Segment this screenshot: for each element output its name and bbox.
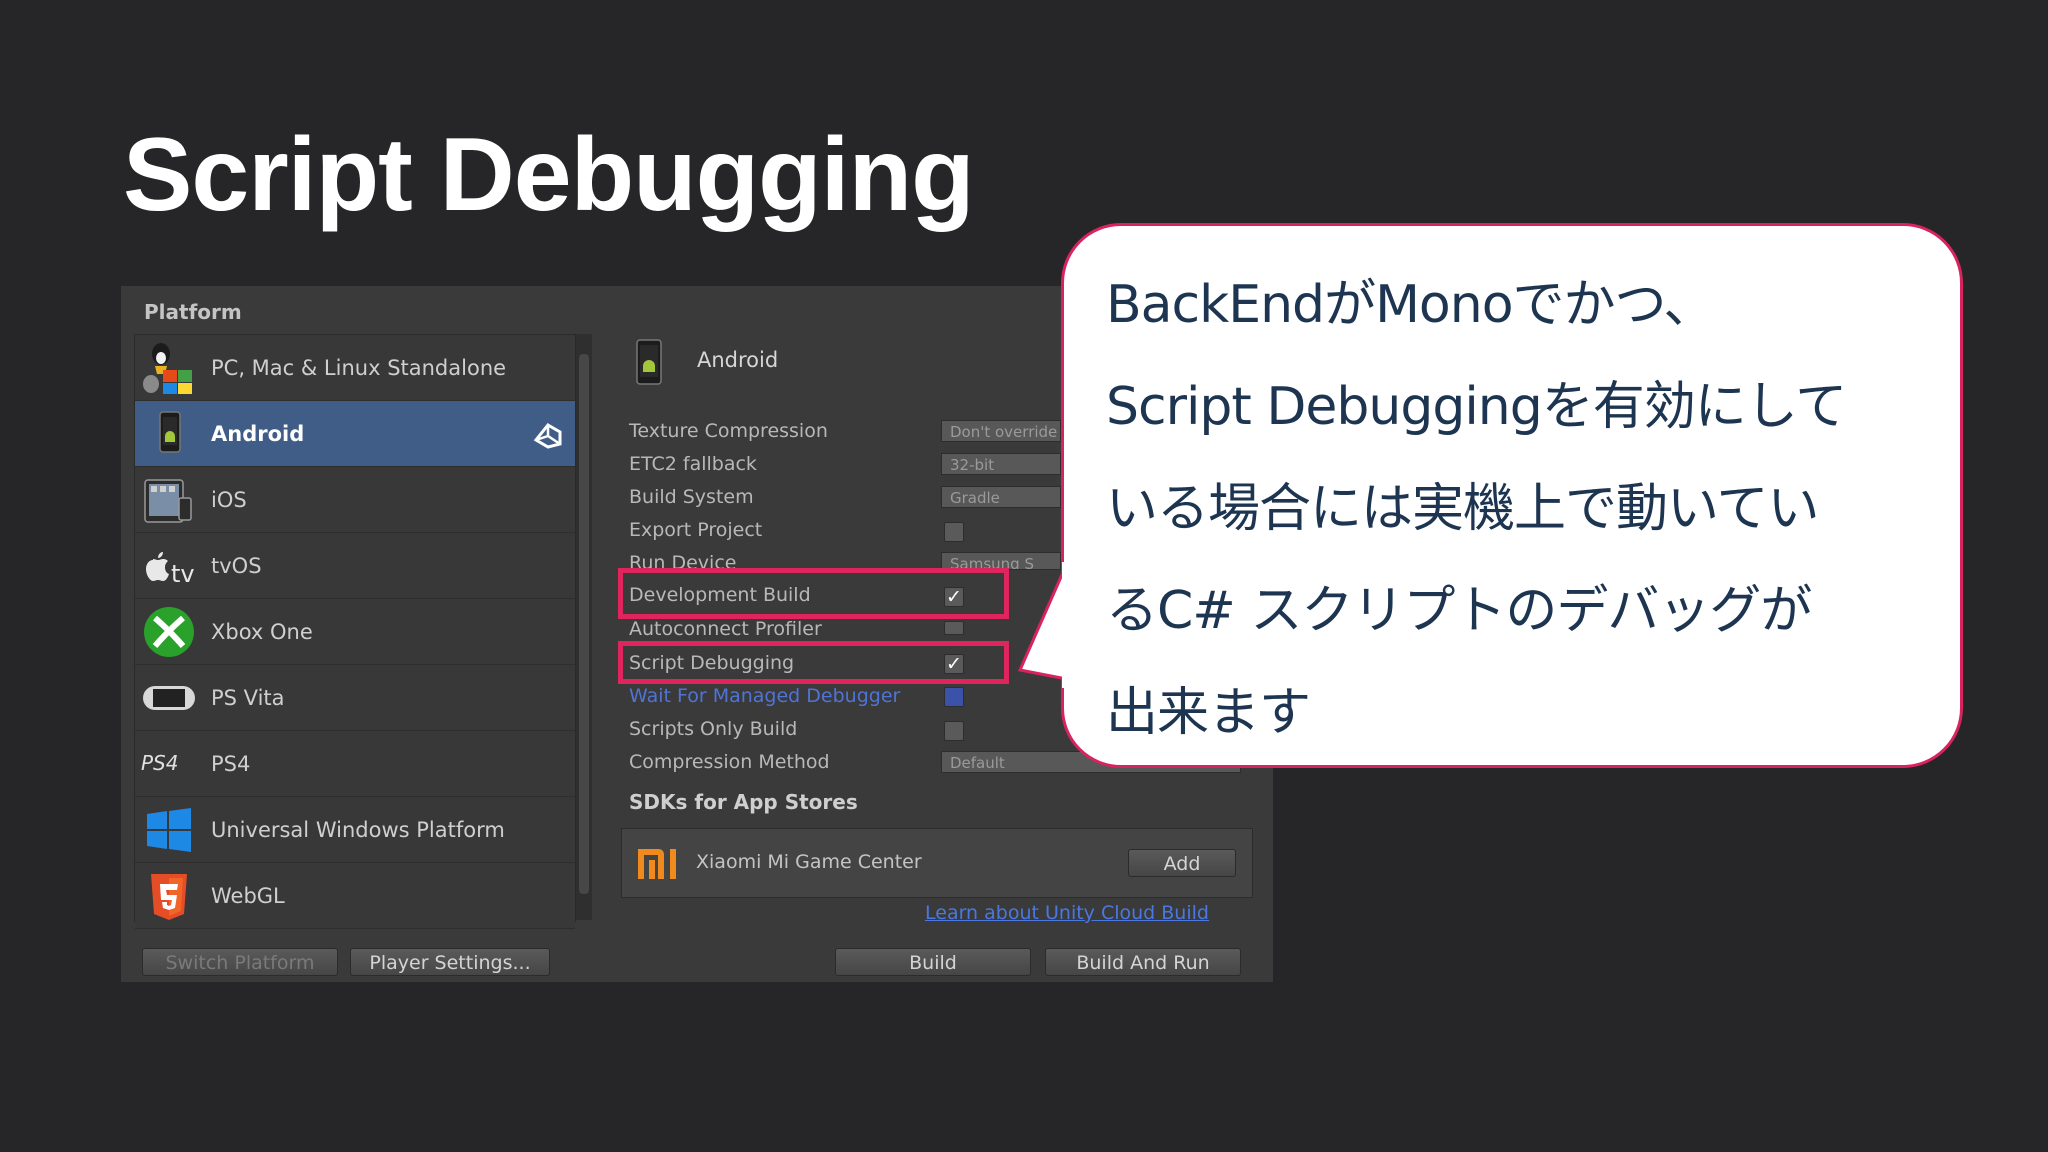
platform-label: PS Vita: [211, 685, 285, 710]
callout-text-line: るC# スクリプトのデバッグが: [1106, 581, 1812, 641]
autoconnect-profiler-checkbox[interactable]: [944, 621, 964, 635]
android-icon: [141, 406, 197, 462]
svg-text:tv: tv: [171, 560, 195, 588]
platform-label: PS4: [211, 751, 251, 776]
platform-label: Xbox One: [211, 619, 313, 644]
wait-for-managed-debugger-checkbox[interactable]: [944, 687, 964, 707]
switch-platform-button[interactable]: Switch Platform: [142, 948, 338, 976]
wait-for-managed-debugger-label: Wait For Managed Debugger: [629, 685, 901, 707]
platform-label: WebGL: [211, 883, 285, 908]
callout-text-line: Script Debuggingを有効にして: [1106, 377, 1847, 437]
xbox-icon: [141, 604, 197, 660]
texture-compression-dropdown[interactable]: Don't override: [941, 420, 1061, 442]
callout-text-line: BackEndがMonoでかつ、: [1106, 275, 1715, 335]
export-project-label: Export Project: [629, 519, 763, 541]
xiaomi-icon: [636, 847, 686, 885]
slide-title: Script Debugging: [123, 117, 975, 233]
build-system-label: Build System: [629, 486, 754, 508]
platform-label: Universal Windows Platform: [211, 817, 505, 842]
platform-label: iOS: [211, 487, 247, 512]
scripts-only-build-checkbox[interactable]: [944, 721, 964, 741]
sdk-item-name: Xiaomi Mi Game Center: [696, 851, 922, 873]
callout-tail: [1017, 562, 1086, 688]
ios-icon: [141, 472, 197, 528]
platform-item-uwp[interactable]: Universal Windows Platform: [135, 797, 575, 863]
platform-item-ios[interactable]: iOS: [135, 467, 575, 533]
callout-text-line: 出来ます: [1106, 683, 1311, 743]
psvita-icon: [141, 670, 197, 726]
sdk-heading: SDKs for App Stores: [629, 790, 858, 814]
etc2-fallback-label: ETC2 fallback: [629, 453, 757, 475]
unity-cloud-build-link[interactable]: Learn about Unity Cloud Build: [925, 902, 1209, 924]
platform-item-xbox[interactable]: Xbox One: [135, 599, 575, 665]
settings-title: Android: [697, 348, 779, 372]
platform-heading: Platform: [144, 300, 242, 324]
build-system-dropdown[interactable]: Gradle: [941, 486, 1061, 508]
scripts-only-build-label: Scripts Only Build: [629, 718, 798, 740]
scrollbar-thumb[interactable]: [579, 354, 589, 894]
platform-item-ps4[interactable]: PS4 PS4: [135, 731, 575, 797]
platform-item-android[interactable]: Android: [135, 401, 575, 467]
platform-item-tvos[interactable]: tv tvOS: [135, 533, 575, 599]
ps4-icon: PS4: [141, 736, 197, 792]
etc2-fallback-dropdown[interactable]: 32-bit: [941, 453, 1061, 475]
unity-icon: [533, 423, 563, 453]
script-debugging-highlight: [618, 641, 1009, 684]
build-and-run-button[interactable]: Build And Run: [1045, 948, 1241, 976]
platform-label: PC, Mac & Linux Standalone: [211, 355, 507, 380]
windows-icon: [141, 802, 197, 858]
build-button[interactable]: Build: [835, 948, 1031, 976]
sdk-list-item: Xiaomi Mi Game Center Add: [621, 828, 1253, 898]
player-settings-button[interactable]: Player Settings...: [350, 948, 550, 976]
standalone-icon: [141, 340, 197, 396]
svg-text:PS4: PS4: [141, 751, 178, 775]
compression-method-label: Compression Method: [629, 751, 830, 773]
platform-item-standalone[interactable]: PC, Mac & Linux Standalone: [135, 335, 575, 401]
platform-list: PC, Mac & Linux Standalone Android iOS t…: [134, 334, 576, 929]
platform-list-scrollbar[interactable]: [576, 334, 592, 920]
platform-label: tvOS: [211, 553, 262, 578]
platform-item-webgl[interactable]: WebGL: [135, 863, 575, 929]
development-build-highlight: [618, 568, 1009, 619]
platform-label: Android: [211, 421, 305, 446]
export-project-checkbox[interactable]: [944, 522, 964, 542]
android-icon: [633, 334, 665, 390]
appletv-icon: tv: [141, 538, 197, 594]
callout-text-line: いる場合には実機上で動いてい: [1106, 479, 1819, 539]
add-sdk-button[interactable]: Add: [1128, 849, 1236, 877]
platform-item-psvita[interactable]: PS Vita: [135, 665, 575, 731]
texture-compression-label: Texture Compression: [629, 420, 828, 442]
html5-icon: [141, 868, 197, 924]
